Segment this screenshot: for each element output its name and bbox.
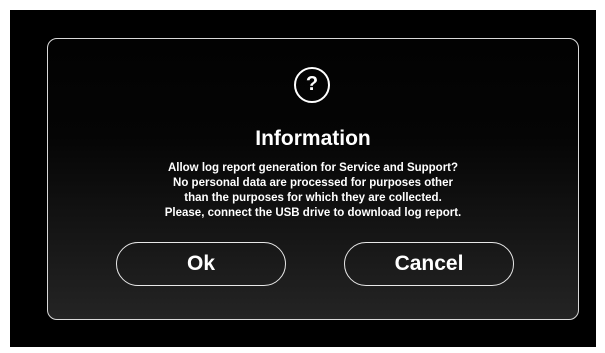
message-line: Allow log report generation for Service … [167,162,459,174]
information-dialog: ? Information Allow log report generatio… [47,38,579,320]
dialog-message: Allow log report generation for Service … [48,161,578,221]
dialog-title: Information [255,127,371,150]
cancel-button[interactable]: Cancel [344,242,514,286]
ok-button[interactable]: Ok [116,242,286,286]
message-line: No personal data are processed for purpo… [173,177,453,189]
message-line: than the purposes for which they are col… [184,192,442,204]
screen: ? Information Allow log report generatio… [10,10,596,347]
question-icon: ? [294,67,330,103]
message-line: Please, connect the USB drive to downloa… [164,207,462,219]
